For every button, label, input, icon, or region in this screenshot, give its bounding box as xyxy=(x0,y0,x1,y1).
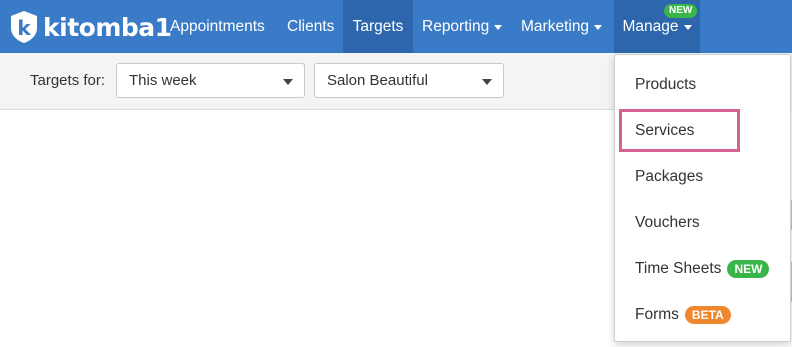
nav-manage[interactable]: NEW Manage xyxy=(614,0,700,53)
period-select-value: This week xyxy=(129,72,197,89)
nav-marketing[interactable]: Marketing xyxy=(521,0,607,53)
targets-for-label: Targets for: xyxy=(30,72,106,89)
menu-item-label: Time Sheets xyxy=(635,260,722,277)
menu-item-label: Vouchers xyxy=(635,214,700,231)
kitomba-logo[interactable]: k kitomba1 xyxy=(9,9,172,45)
location-select-value: Salon Beautiful xyxy=(327,72,428,89)
services-highlight-box xyxy=(619,109,740,152)
shield-logo-icon: k xyxy=(11,11,37,43)
menu-item-time-sheets[interactable]: Time Sheets NEW xyxy=(635,257,770,281)
nav-reporting[interactable]: Reporting xyxy=(422,0,506,53)
caret-down-icon xyxy=(594,25,603,30)
manage-dropdown-menu: Products Services Packages Vouchers Time… xyxy=(614,54,791,342)
menu-item-label: Forms xyxy=(635,306,679,323)
menu-item-label: Packages xyxy=(635,168,704,185)
nav-reporting-label: Reporting xyxy=(422,17,490,35)
caret-down-icon xyxy=(283,79,293,85)
menu-item-label: Products xyxy=(635,76,697,93)
nav-marketing-label: Marketing xyxy=(521,17,590,35)
location-select[interactable]: Salon Beautiful xyxy=(314,63,504,98)
nav-targets-label: Targets xyxy=(352,17,404,35)
caret-down-icon xyxy=(482,79,492,85)
nav-appointments[interactable]: Appointments xyxy=(170,0,270,53)
new-badge: NEW xyxy=(727,260,770,278)
nav-clients-label: Clients xyxy=(287,17,335,35)
svg-text:k: k xyxy=(17,16,31,40)
caret-down-icon xyxy=(683,25,692,30)
new-badge: NEW xyxy=(664,4,698,18)
nav-manage-label: Manage xyxy=(622,17,679,35)
brand-name: kitomba1 xyxy=(43,12,172,42)
menu-item-products[interactable]: Products xyxy=(635,73,696,97)
top-navbar: k kitomba1 Appointments Clients Targets … xyxy=(0,0,792,53)
beta-badge: BETA xyxy=(684,306,731,324)
menu-item-forms[interactable]: Forms BETA xyxy=(635,303,731,327)
nav-targets[interactable]: Targets xyxy=(343,0,413,53)
caret-down-icon xyxy=(494,25,503,30)
nav-appointments-label: Appointments xyxy=(170,17,265,35)
nav-clients[interactable]: Clients xyxy=(287,0,337,53)
period-select[interactable]: This week xyxy=(116,63,305,98)
menu-item-packages[interactable]: Packages xyxy=(635,165,703,189)
menu-item-vouchers[interactable]: Vouchers xyxy=(635,211,700,235)
